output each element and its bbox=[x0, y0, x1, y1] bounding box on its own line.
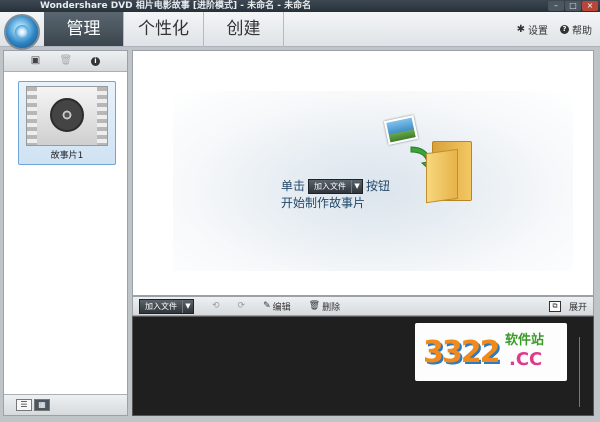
view-switcher: ☰ ▦ bbox=[4, 394, 127, 415]
minimize-icon[interactable]: – bbox=[548, 1, 564, 11]
info-icon[interactable]: i bbox=[90, 55, 102, 67]
add-file-button[interactable]: 加入文件 ▼ bbox=[139, 298, 194, 314]
tab-create[interactable]: 创建 bbox=[204, 12, 284, 46]
rotate-right-icon[interactable]: ⟳ bbox=[238, 301, 246, 311]
help-button[interactable]: ? 帮助 bbox=[560, 22, 592, 37]
dropdown-arrow-icon: ▼ bbox=[182, 299, 193, 313]
trash-icon[interactable]: 🗑 bbox=[60, 55, 73, 67]
trash-icon: 🗑 bbox=[308, 301, 321, 311]
film-thumbnail bbox=[26, 86, 108, 146]
app-logo-icon[interactable] bbox=[4, 14, 40, 50]
edit-label: 编辑 bbox=[272, 302, 291, 313]
settings-label: 设置 bbox=[528, 25, 548, 37]
thumbnail-view-icon[interactable]: ▦ bbox=[34, 399, 50, 411]
help-icon: ? bbox=[560, 24, 569, 34]
story-list-panel: ▣ 🗑 i 故事片1 ☰ ▦ bbox=[3, 50, 128, 416]
help-label: 帮助 bbox=[572, 25, 592, 37]
main-navbar: 管理 个性化 创建 ✱ 设置 ? 帮助 bbox=[0, 12, 600, 50]
rotate-left-icon[interactable]: ⟲ bbox=[212, 301, 220, 311]
window-title: Wondershare DVD 相片电影故事 [进阶模式] - 未命名 - 未命… bbox=[40, 1, 312, 11]
gear-icon: ✱ bbox=[516, 23, 525, 35]
timeline-scrollbar[interactable] bbox=[579, 337, 580, 407]
hint-suffix: 按钮 bbox=[366, 179, 391, 193]
list-view-icon[interactable]: ☰ bbox=[16, 399, 32, 411]
hint-prefix: 单击 bbox=[281, 179, 306, 193]
maximize-icon[interactable]: □ bbox=[565, 1, 581, 11]
story-item[interactable]: 故事片1 bbox=[18, 81, 116, 165]
watermark-domain: .CC bbox=[509, 349, 543, 370]
sidebar-toolbar: ▣ 🗑 i bbox=[4, 51, 127, 72]
title-bar: Wondershare DVD 相片电影故事 [进阶模式] - 未命名 - 未命… bbox=[0, 0, 600, 12]
watermark-logo: 3322 软件站 .CC bbox=[415, 323, 567, 381]
timeline-toolbar: 加入文件 ▼ ⟲ ⟳ ✎ 编辑 🗑 删除 ⧉ 展开 bbox=[132, 296, 594, 316]
watermark-text: 软件站 bbox=[505, 333, 545, 348]
delete-label: 删除 bbox=[322, 302, 341, 313]
pencil-icon: ✎ bbox=[263, 301, 271, 311]
settings-button[interactable]: ✱ 设置 bbox=[517, 22, 548, 37]
tab-manage[interactable]: 管理 bbox=[44, 12, 124, 46]
expand-label: 展开 bbox=[568, 303, 587, 313]
watermark-digits: 3322 bbox=[423, 335, 500, 370]
media-area: 单击 加入文件 ▼ 按钮 开始制作故事片 bbox=[132, 50, 594, 296]
mode-tabs: 管理 个性化 创建 bbox=[44, 12, 284, 46]
folder-icon bbox=[426, 131, 472, 204]
expand-icon: ⧉ bbox=[548, 301, 561, 312]
delete-button[interactable]: 🗑 删除 bbox=[309, 300, 340, 313]
edit-button[interactable]: ✎ 编辑 bbox=[263, 300, 291, 313]
add-story-icon[interactable]: ▣ bbox=[30, 55, 42, 67]
window-controls: – □ × bbox=[548, 1, 598, 11]
film-reel-icon bbox=[50, 98, 84, 132]
timeline-panel: 3322 软件站 .CC bbox=[132, 316, 594, 416]
tab-personalize[interactable]: 个性化 bbox=[124, 12, 204, 46]
expand-button[interactable]: ⧉ 展开 bbox=[548, 300, 587, 313]
empty-hint: 单击 加入文件 ▼ 按钮 开始制作故事片 bbox=[281, 178, 390, 212]
hint-add-file-button[interactable]: 加入文件 ▼ bbox=[308, 179, 364, 194]
dropdown-arrow-icon: ▼ bbox=[351, 180, 362, 193]
close-icon[interactable]: × bbox=[582, 1, 598, 11]
hint-line2: 开始制作故事片 bbox=[281, 196, 366, 210]
story-item-label: 故事片1 bbox=[50, 151, 84, 161]
nav-right-controls: ✱ 设置 ? 帮助 bbox=[517, 12, 592, 46]
